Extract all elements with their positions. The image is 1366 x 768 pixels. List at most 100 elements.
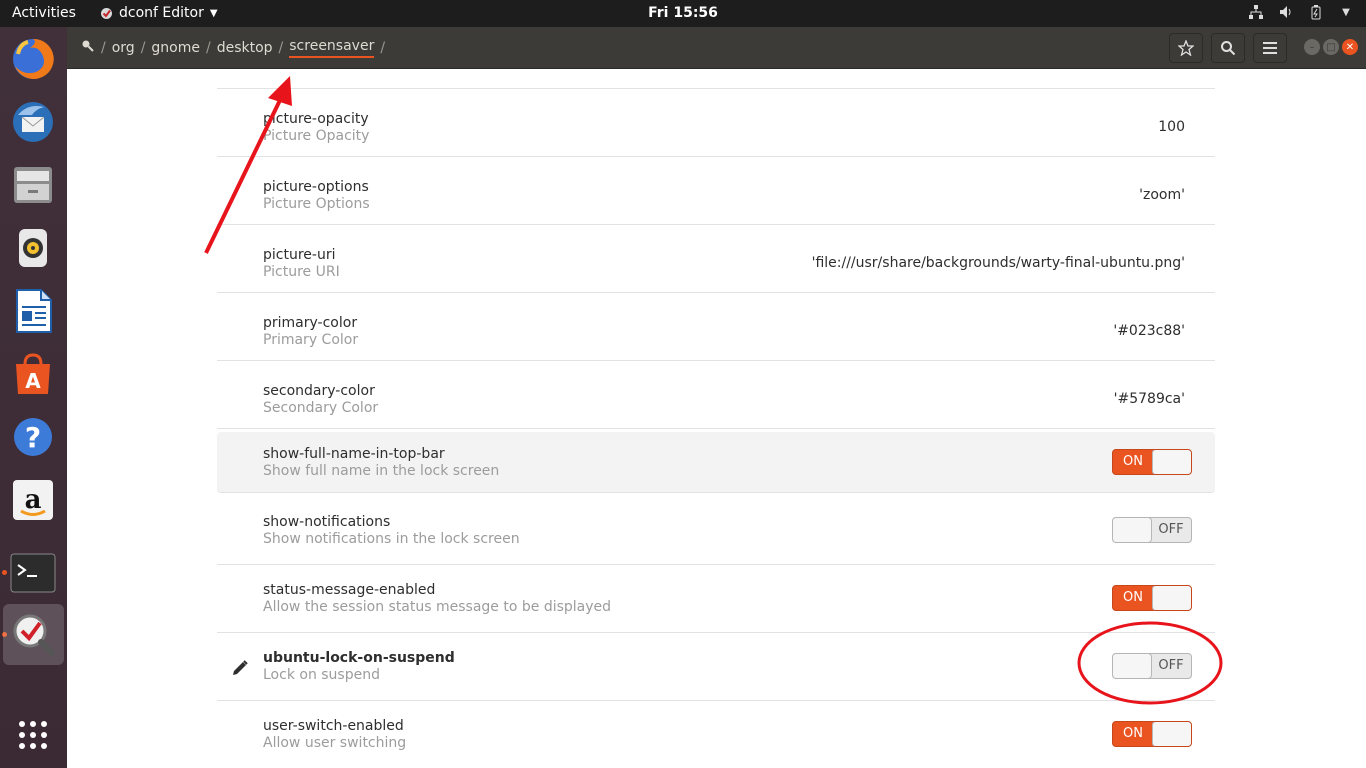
key-name: show-full-name-in-top-bar <box>263 446 445 462</box>
toggle-state: OFF <box>1158 658 1184 673</box>
toggle-knob <box>1153 450 1191 474</box>
list-item[interactable]: status-message-enabled Allow the session… <box>217 565 1215 633</box>
software-center-launcher[interactable]: A <box>8 349 58 399</box>
key-name: user-switch-enabled <box>263 718 404 734</box>
thunderbird-icon <box>13 102 53 142</box>
svg-text:a: a <box>25 485 42 515</box>
hamburger-menu-icon <box>1263 42 1277 54</box>
maximize-icon: □ <box>1326 41 1336 53</box>
list-item[interactable]: primary-color Primary Color '#023c88' <box>217 293 1215 361</box>
key-name: status-message-enabled <box>263 582 436 598</box>
key-name: ubuntu-lock-on-suspend <box>263 650 455 666</box>
list-item[interactable]: picture-opacity Picture Opacity 100 <box>217 89 1215 157</box>
svg-text:A: A <box>25 369 41 393</box>
thunderbird-launcher[interactable] <box>8 97 58 147</box>
toggle-switch[interactable]: ON <box>1112 449 1192 475</box>
close-button[interactable]: ✕ <box>1342 39 1358 55</box>
system-tray[interactable]: ▼ <box>1248 4 1354 20</box>
path-separator: / <box>101 40 106 56</box>
search-button[interactable] <box>1211 33 1245 63</box>
help-launcher[interactable]: ? <box>8 412 58 462</box>
path-separator: / <box>205 40 211 56</box>
volume-icon <box>1278 4 1294 20</box>
show-apps-button[interactable] <box>8 710 58 760</box>
star-icon <box>1178 40 1194 56</box>
breadcrumb-screensaver[interactable]: screensaver <box>289 38 375 58</box>
list-item[interactable]: ubuntu-lock-on-suspend Lock on suspend O… <box>217 633 1215 701</box>
dconf-editor-launcher[interactable] <box>3 604 64 665</box>
battery-icon <box>1308 4 1324 20</box>
key-description: Picture Opacity <box>263 128 370 144</box>
toggle-state: OFF <box>1158 522 1184 537</box>
key-description: Show notifications in the lock screen <box>263 531 520 547</box>
key-value: '#023c88' <box>1113 323 1185 339</box>
toggle-switch[interactable]: ON <box>1112 585 1192 611</box>
breadcrumb-desktop[interactable]: desktop <box>217 40 273 56</box>
network-icon <box>1248 4 1264 20</box>
pencil-icon <box>233 660 248 675</box>
running-indicator <box>2 570 7 575</box>
key-value: 100 <box>1158 119 1185 135</box>
list-item[interactable]: secondary-color Secondary Color '#5789ca… <box>217 361 1215 429</box>
key-description: Picture URI <box>263 264 340 280</box>
minimize-icon: – <box>1309 41 1315 53</box>
key-name: show-notifications <box>263 514 391 530</box>
help-icon: ? <box>14 418 52 456</box>
toggle-switch[interactable]: ON <box>1112 721 1192 747</box>
terminal-launcher[interactable] <box>8 548 58 598</box>
key-description: Allow the session status message to be d… <box>263 599 612 615</box>
search-icon <box>1221 41 1236 56</box>
path-separator: / <box>278 40 284 56</box>
menu-button[interactable] <box>1253 33 1287 63</box>
toggle-switch[interactable]: OFF <box>1112 517 1192 543</box>
key-value: '#5789ca' <box>1113 391 1185 407</box>
list-item[interactable]: user-switch-enabled Allow user switching… <box>217 701 1215 768</box>
maximize-button[interactable]: □ <box>1323 39 1339 55</box>
breadcrumb-org[interactable]: org <box>112 40 135 56</box>
header-bar: / org / gnome / desktop / screensaver / … <box>67 27 1366 69</box>
path-separator: / <box>380 40 386 56</box>
key-name: secondary-color <box>263 383 375 399</box>
amazon-icon: a <box>13 480 53 520</box>
key-value: 'file:///usr/share/backgrounds/warty-fin… <box>811 255 1185 271</box>
breadcrumb-gnome[interactable]: gnome <box>151 40 200 56</box>
toggle-switch[interactable]: OFF <box>1112 653 1192 679</box>
files-launcher[interactable] <box>8 160 58 210</box>
rhythmbox-launcher[interactable] <box>8 223 58 273</box>
svg-text:?: ? <box>25 421 41 454</box>
minimize-button[interactable]: – <box>1304 39 1320 55</box>
key-name: picture-options <box>263 179 369 195</box>
list-item[interactable]: picture-options Picture Options 'zoom' <box>217 157 1215 225</box>
key-description: Secondary Color <box>263 400 379 416</box>
amazon-launcher[interactable]: a <box>8 475 58 525</box>
toggle-state: ON <box>1123 454 1143 469</box>
close-icon: ✕ <box>1345 41 1355 53</box>
key-value: 'zoom' <box>1139 187 1185 203</box>
path-separator: / <box>140 40 146 56</box>
key-name: primary-color <box>263 315 358 331</box>
dock: A ? a <box>0 27 67 768</box>
toggle-knob <box>1153 586 1191 610</box>
key-description: Picture Options <box>263 196 370 212</box>
key-description: Lock on suspend <box>263 667 380 683</box>
writer-launcher[interactable] <box>8 286 58 336</box>
list-item[interactable]: picture-uri Picture URI 'file:///usr/sha… <box>217 225 1215 293</box>
terminal-icon <box>10 553 56 593</box>
search-key-icon[interactable] <box>81 39 95 57</box>
list-item[interactable]: show-notifications Show notifications in… <box>217 497 1215 565</box>
writer-icon <box>16 289 52 333</box>
key-description: Allow user switching <box>263 735 407 751</box>
toggle-knob <box>1113 518 1151 542</box>
toggle-knob <box>1113 654 1151 678</box>
key-description: Primary Color <box>263 332 359 348</box>
list-item[interactable]: show-full-name-in-top-bar Show full name… <box>217 432 1215 493</box>
list-item-partial[interactable] <box>217 68 1215 89</box>
clock[interactable]: Fri 15:56 <box>0 5 1366 21</box>
toggle-state: ON <box>1123 590 1143 605</box>
key-name: picture-uri <box>263 247 336 263</box>
rhythmbox-icon <box>19 229 47 267</box>
bookmark-button[interactable] <box>1169 33 1203 63</box>
keys-list: picture-opacity Picture Opacity 100 pict… <box>217 68 1215 768</box>
firefox-launcher[interactable] <box>8 34 58 84</box>
files-icon <box>14 167 52 203</box>
